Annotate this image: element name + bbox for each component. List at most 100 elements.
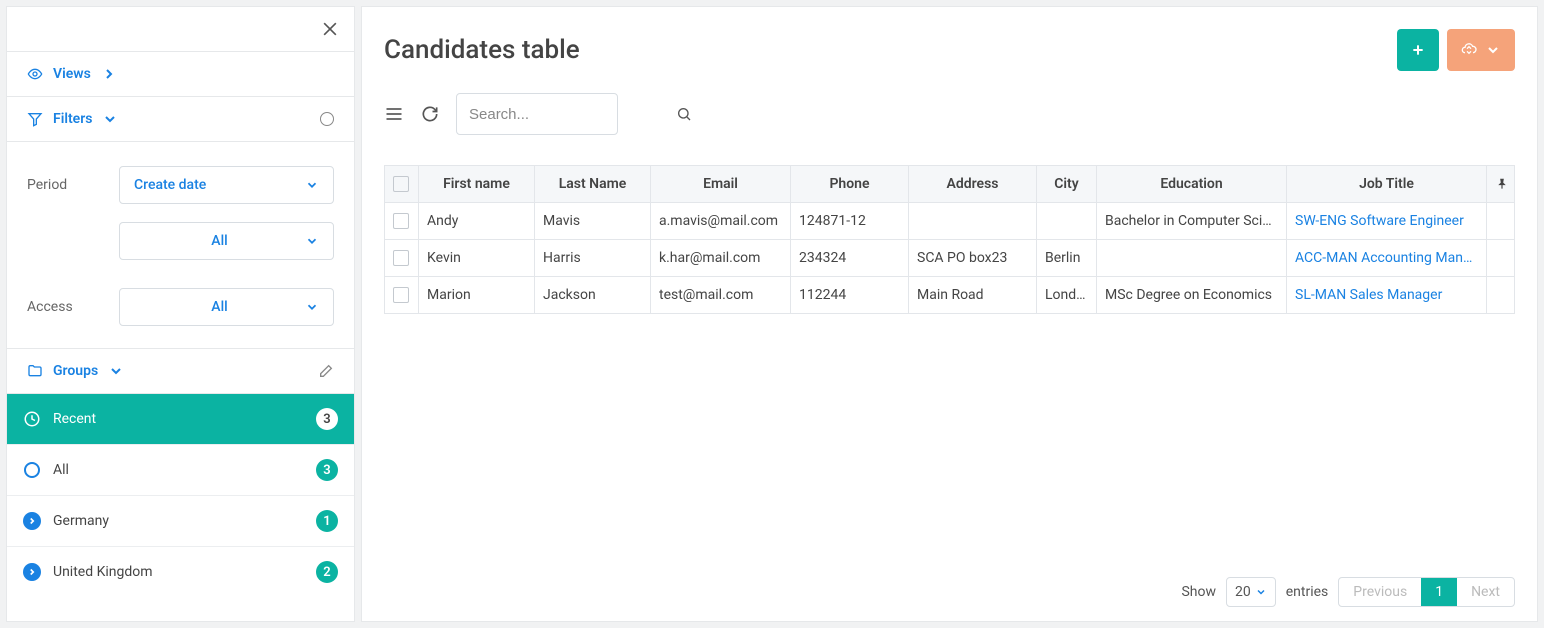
cell-phone: 124871-12 — [791, 203, 909, 240]
filters-header[interactable]: Filters — [7, 96, 354, 141]
table-footer: Show 20 entries Previous 1 Next — [384, 557, 1515, 607]
access-label: Access — [27, 299, 119, 315]
chevron-down-icon — [1485, 42, 1501, 58]
access-select[interactable]: All — [119, 288, 334, 326]
column-header[interactable]: Phone — [791, 166, 909, 203]
cell-phone: 234324 — [791, 240, 909, 277]
cell-pin — [1487, 203, 1515, 240]
checkbox-icon[interactable] — [393, 250, 409, 266]
edit-icon[interactable] — [318, 363, 334, 379]
column-header[interactable]: Email — [651, 166, 791, 203]
refresh-icon[interactable] — [420, 104, 440, 124]
checkbox-icon[interactable] — [393, 287, 409, 303]
pager-page-1[interactable]: 1 — [1421, 578, 1457, 606]
cloud-sync-icon — [1461, 42, 1477, 58]
cell-email: a.mavis@mail.com — [651, 203, 791, 240]
cell-education: MSc Degree on Economics — [1097, 277, 1287, 314]
pin-column-header[interactable] — [1487, 166, 1515, 203]
sidebar: Views Filters Period Create date — [6, 6, 355, 622]
cell-first-name: Kevin — [419, 240, 535, 277]
chevron-down-icon — [305, 300, 319, 314]
chevron-down-icon — [305, 178, 319, 192]
show-label: Show — [1181, 584, 1216, 600]
column-header[interactable]: City — [1037, 166, 1097, 203]
cell-address — [909, 203, 1037, 240]
cell-pin — [1487, 277, 1515, 314]
cell-education: Bachelor in Computer Science — [1097, 203, 1287, 240]
group-item[interactable]: United Kingdom 2 — [7, 546, 354, 597]
cell-address: SCA PO box23 — [909, 240, 1037, 277]
cloud-action-button[interactable] — [1447, 29, 1515, 71]
group-name: Germany — [53, 513, 304, 529]
group-item[interactable]: Recent 3 — [7, 394, 354, 444]
group-name: Recent — [53, 411, 304, 427]
chevron-down-icon — [1255, 586, 1267, 598]
checkbox-icon[interactable] — [393, 213, 409, 229]
column-header[interactable]: Job Title — [1287, 166, 1487, 203]
access-value: All — [134, 299, 305, 315]
pager-next[interactable]: Next — [1457, 578, 1514, 606]
cell-first-name: Andy — [419, 203, 535, 240]
entries-label: entries — [1286, 584, 1329, 600]
menu-icon[interactable] — [384, 104, 404, 124]
group-item[interactable]: All 3 — [7, 444, 354, 495]
eye-icon — [27, 66, 43, 82]
add-button[interactable] — [1397, 29, 1439, 71]
arrow-circle-right-icon — [23, 512, 41, 530]
row-checkbox-cell[interactable] — [385, 203, 419, 240]
column-header[interactable]: First name — [419, 166, 535, 203]
pager: Previous 1 Next — [1338, 577, 1515, 607]
period-all-value: All — [134, 233, 305, 249]
cell-email: test@mail.com — [651, 277, 791, 314]
groups-label: Groups — [53, 363, 98, 379]
clock-icon — [23, 410, 41, 428]
cell-city: London — [1037, 277, 1097, 314]
cell-last-name: Mavis — [535, 203, 651, 240]
status-ring-icon — [320, 112, 334, 126]
column-header[interactable]: Address — [909, 166, 1037, 203]
cell-job-title[interactable]: ACC-MAN Accounting Manager — [1287, 240, 1487, 277]
row-checkbox-cell[interactable] — [385, 277, 419, 314]
period-label: Period — [27, 177, 119, 193]
close-icon[interactable] — [320, 19, 340, 39]
groups-header[interactable]: Groups — [7, 348, 354, 393]
folder-icon — [27, 363, 43, 379]
group-count-badge: 3 — [316, 408, 338, 430]
cell-job-title[interactable]: SL-MAN Sales Manager — [1287, 277, 1487, 314]
page-title: Candidates table — [384, 35, 580, 65]
group-list: Recent 3 All 3 Germany 1 United Kingdom 2 — [7, 393, 354, 597]
cell-address: Main Road — [909, 277, 1037, 314]
search-input[interactable] — [469, 106, 668, 123]
table-row[interactable]: MarionJacksontest@mail.com112244Main Roa… — [385, 277, 1515, 314]
table-row[interactable]: AndyMavisa.mavis@mail.com124871-12 Bachel… — [385, 203, 1515, 240]
table-row[interactable]: KevinHarrisk.har@mail.com234324SCA PO bo… — [385, 240, 1515, 277]
candidates-table: First nameLast NameEmailPhoneAddressCity… — [384, 165, 1515, 314]
period-all-select[interactable]: All — [119, 222, 334, 260]
row-checkbox-cell[interactable] — [385, 240, 419, 277]
group-count-badge: 3 — [316, 459, 338, 481]
main-panel: Candidates table — [361, 6, 1538, 622]
group-name: All — [53, 462, 304, 478]
group-item[interactable]: Germany 1 — [7, 495, 354, 546]
select-all-header[interactable] — [385, 166, 419, 203]
pager-previous[interactable]: Previous — [1339, 578, 1421, 606]
chevron-down-icon — [102, 111, 118, 127]
cell-city: Berlin — [1037, 240, 1097, 277]
checkbox-icon[interactable] — [393, 176, 409, 192]
cell-education — [1097, 240, 1287, 277]
column-header[interactable]: Last Name — [535, 166, 651, 203]
group-count-badge: 1 — [316, 510, 338, 532]
cell-pin — [1487, 240, 1515, 277]
views-header[interactable]: Views — [7, 51, 354, 96]
cell-last-name: Harris — [535, 240, 651, 277]
page-size-value: 20 — [1235, 584, 1251, 600]
column-header[interactable]: Education — [1097, 166, 1287, 203]
page-size-select[interactable]: 20 — [1226, 577, 1276, 607]
cell-job-title[interactable]: SW-ENG Software Engineer — [1287, 203, 1487, 240]
period-select[interactable]: Create date — [119, 166, 334, 204]
search-box[interactable] — [456, 93, 618, 135]
group-count-badge: 2 — [316, 561, 338, 583]
cell-last-name: Jackson — [535, 277, 651, 314]
pin-icon — [1495, 177, 1506, 191]
group-name: United Kingdom — [53, 564, 304, 580]
